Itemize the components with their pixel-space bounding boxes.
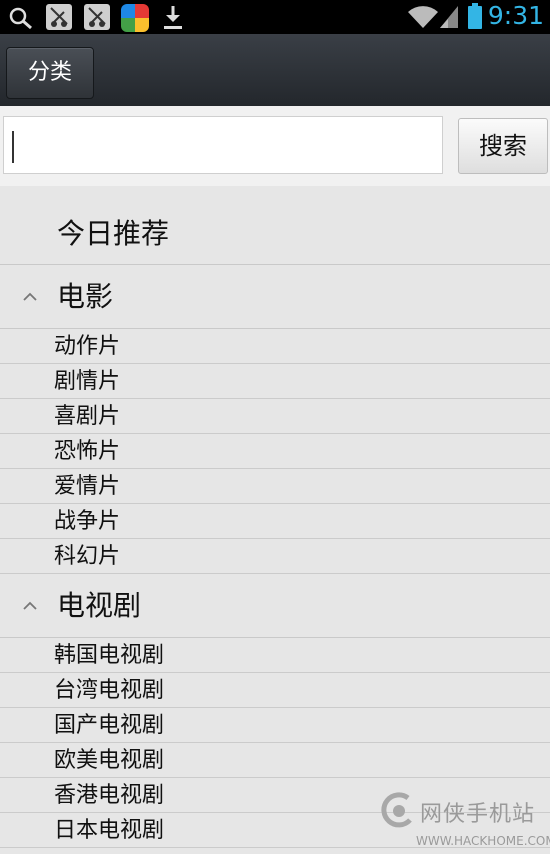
today-recommend-item[interactable]: 今日推荐 xyxy=(0,186,550,265)
chevron-up-icon xyxy=(23,601,37,610)
wifi-icon xyxy=(408,6,438,28)
search-icon xyxy=(9,7,32,30)
list-item[interactable]: 科幻片 xyxy=(0,539,550,574)
list-item[interactable]: 欧美电视剧 xyxy=(0,743,550,778)
status-bar: 9:31 xyxy=(0,0,550,34)
group-header-tv[interactable]: 电视剧 xyxy=(0,574,550,638)
list-item[interactable]: 爱情片 xyxy=(0,469,550,504)
group-header-movies[interactable]: 电影 xyxy=(0,265,550,329)
app-icon xyxy=(46,4,72,30)
list-item[interactable]: 恐怖片 xyxy=(0,434,550,469)
search-button[interactable]: 搜索 xyxy=(458,118,548,174)
download-icon xyxy=(164,6,182,29)
watermark-en: WWW.HACKHOME.COM xyxy=(416,834,550,848)
list-item[interactable]: 战争片 xyxy=(0,504,550,539)
search-input[interactable] xyxy=(3,116,443,174)
list-item[interactable]: 喜剧片 xyxy=(0,399,550,434)
status-time: 9:31 xyxy=(487,1,544,30)
text-cursor xyxy=(12,131,14,163)
chevron-up-icon xyxy=(23,292,37,301)
app-icon xyxy=(84,4,110,30)
hackhome-logo-icon xyxy=(381,792,412,828)
list-item[interactable]: 台湾电视剧 xyxy=(0,673,550,708)
search-bar: 搜索 xyxy=(0,106,550,186)
action-bar: 分类 xyxy=(0,34,550,106)
group-title: 电视剧 xyxy=(57,589,142,622)
list-item[interactable]: 韩国电视剧 xyxy=(0,638,550,673)
watermark-cn: 网侠手机站 xyxy=(420,802,536,827)
list-item[interactable]: 剧情片 xyxy=(0,364,550,399)
classify-button[interactable]: 分类 xyxy=(6,47,94,99)
colorful-app-icon xyxy=(121,4,149,32)
signal-icon xyxy=(440,6,458,28)
group-title: 电影 xyxy=(57,280,114,313)
list-item[interactable]: 动作片 xyxy=(0,329,550,364)
category-list: 今日推荐 电影 动作片 剧情片 喜剧片 恐怖片 爱情片 战争片 科幻片 电视剧 … xyxy=(0,186,550,848)
watermark: 网侠手机站 WWW.HACKHOME.COM xyxy=(378,790,550,852)
list-item[interactable]: 国产电视剧 xyxy=(0,708,550,743)
battery-icon xyxy=(468,3,482,29)
